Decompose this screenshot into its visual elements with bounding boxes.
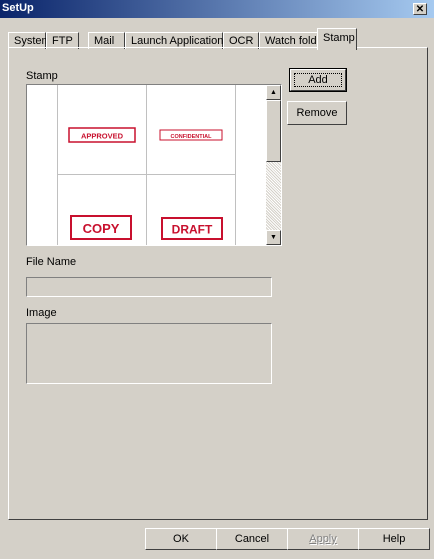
stamp-draft-image: DRAFT: [161, 217, 223, 240]
stamp-copy-text: COPY: [83, 221, 120, 236]
apply-button[interactable]: Apply: [287, 528, 359, 550]
stamp-section-label: Stamp: [26, 70, 58, 82]
remove-button[interactable]: Remove: [287, 101, 347, 125]
stamp-confidential-text: CONFIDENTIAL: [171, 134, 213, 140]
stamp-item-copy[interactable]: COPY: [58, 175, 147, 245]
close-icon: ✕: [415, 4, 425, 15]
scroll-thumb[interactable]: [266, 100, 281, 162]
add-button[interactable]: Add: [289, 68, 347, 92]
image-label: Image: [26, 307, 57, 319]
stamp-item-confidential[interactable]: CONFIDENTIAL: [147, 85, 236, 175]
scroll-up-button[interactable]: ▲: [266, 85, 281, 100]
scroll-down-button[interactable]: ▼: [266, 230, 281, 245]
window-title: SetUp: [2, 2, 34, 14]
file-name-field[interactable]: [26, 277, 272, 297]
triangle-up-icon: ▲: [270, 89, 277, 96]
tab-stamp[interactable]: Stamp: [317, 28, 357, 50]
stamp-copy-image: COPY: [70, 215, 132, 240]
cancel-button[interactable]: Cancel: [216, 528, 288, 550]
file-name-label: File Name: [26, 256, 77, 268]
title-bar: SetUp ✕: [0, 0, 434, 18]
stamp-draft-text: DRAFT: [172, 223, 213, 237]
dialog-button-bar: OK Cancel Apply Help: [0, 525, 434, 559]
ok-button[interactable]: OK: [145, 528, 217, 550]
stamp-item-draft[interactable]: DRAFT: [147, 175, 236, 245]
close-button[interactable]: ✕: [413, 3, 427, 15]
stamp-approved-text: APPROVED: [81, 132, 124, 141]
triangle-down-icon: ▼: [270, 234, 277, 241]
image-preview-box: [26, 323, 272, 384]
stamp-list[interactable]: APPROVED CONFIDENTIAL COPY DRAFT: [26, 84, 282, 246]
stamp-approved-image: APPROVED: [68, 127, 136, 143]
focus-rect: [294, 73, 342, 87]
help-button[interactable]: Help: [358, 528, 430, 550]
stamp-item-approved[interactable]: APPROVED: [58, 85, 147, 175]
stamp-list-scrollbar[interactable]: ▲ ▼: [266, 85, 281, 245]
stamp-confidential-image: CONFIDENTIAL: [159, 129, 223, 141]
